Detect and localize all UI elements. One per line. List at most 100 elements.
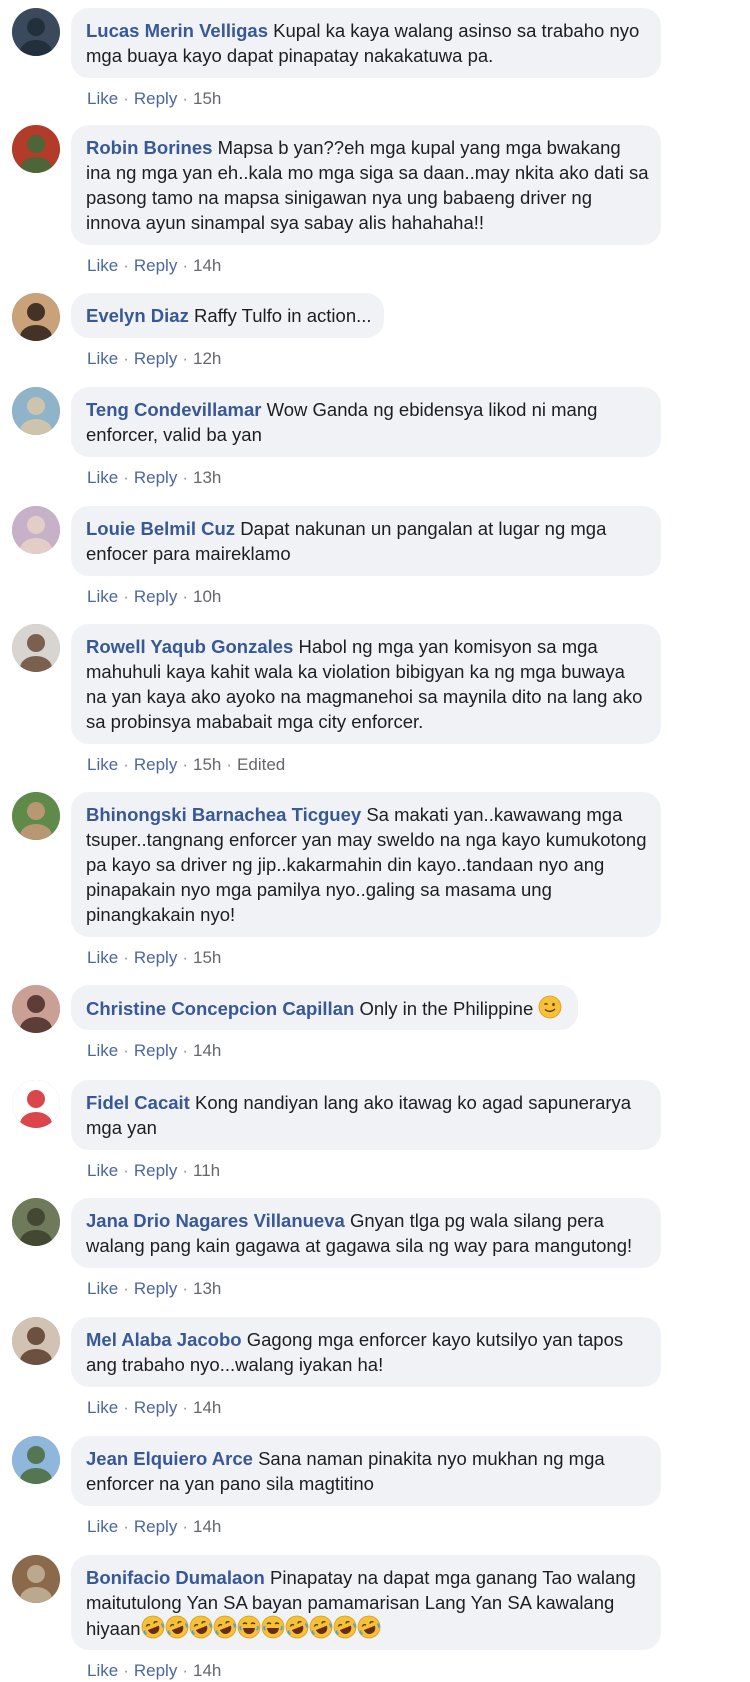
comment-text: Only in the Philippine [359,998,534,1019]
like-link[interactable]: Like [87,1161,118,1180]
reply-link[interactable]: Reply [134,1661,177,1680]
avatar[interactable] [12,1198,60,1246]
separator: · [182,1279,188,1298]
comment-actions: Like · Reply · 14h [87,1398,221,1418]
like-link[interactable]: Like [87,89,118,108]
commenter-name[interactable]: Robin Borines [86,137,212,158]
comment-line: Teng Condevillamar Wow Ganda ng ebidensy… [86,397,646,422]
comment-text: Mapsa b yan??eh mga kupal yang mga bwaka… [217,137,621,158]
like-link[interactable]: Like [87,1041,118,1060]
avatar[interactable] [12,506,60,554]
comment-actions: Like · Reply · 15h · Edited [87,755,285,775]
reply-link[interactable]: Reply [134,1398,177,1417]
like-link[interactable]: Like [87,587,118,606]
comment-line: ina ng mga yan eh..kala mo mga siga sa d… [86,160,649,185]
avatar[interactable] [12,293,60,341]
timestamp[interactable]: 14h [193,256,221,275]
reply-link[interactable]: Reply [134,256,177,275]
rolling-laughing-icon [141,1615,165,1645]
commenter-name[interactable]: Christine Concepcion Capillan [86,998,354,1019]
separator: · [123,1161,129,1180]
avatar[interactable] [12,1317,60,1365]
comment-actions: Like · Reply · 15h [87,948,221,968]
reply-link[interactable]: Reply [134,755,177,774]
like-link[interactable]: Like [87,468,118,487]
comment-text: ang trabaho nyo...walang iyakan ha! [86,1354,384,1375]
reply-link[interactable]: Reply [134,1279,177,1298]
commenter-name[interactable]: Jana Drio Nagares Villanueva [86,1210,345,1231]
commenter-name[interactable]: Jean Elquiero Arce [86,1448,253,1469]
like-link[interactable]: Like [87,1517,118,1536]
commenter-name[interactable]: Teng Condevillamar [86,399,261,420]
reply-link[interactable]: Reply [134,1517,177,1536]
avatar[interactable] [12,1080,60,1128]
commenter-name[interactable]: Mel Alaba Jacobo [86,1329,242,1350]
reply-link[interactable]: Reply [134,1161,177,1180]
timestamp[interactable]: 15h [193,89,221,108]
avatar[interactable] [12,387,60,435]
timestamp[interactable]: 15h [193,755,221,774]
avatar[interactable] [12,1436,60,1484]
like-link[interactable]: Like [87,948,118,967]
comment-text: walang pang kain gagawa at gagawa sila n… [86,1235,633,1256]
timestamp[interactable]: 13h [193,468,221,487]
comment-text: sa probinsya mababait mga city enforcer. [86,711,424,732]
avatar[interactable] [12,1555,60,1603]
timestamp[interactable]: 14h [193,1398,221,1417]
like-link[interactable]: Like [87,1279,118,1298]
rolling-laughing-icon [213,1615,237,1645]
comment-line: Robin Borines Mapsa b yan??eh mga kupal … [86,135,646,160]
avatar[interactable] [12,8,60,56]
comment-text: Gnyan tlga pg wala silang pera [349,1210,604,1231]
comment-text: pasong tamo na mapsa sinigawan nya ung b… [86,187,593,208]
timestamp[interactable]: 13h [193,1279,221,1298]
timestamp[interactable]: 10h [193,587,221,606]
comment-text: maitutulong Yan SA bayan pamamarisan Lan… [86,1592,615,1613]
comment-text: Wow Ganda ng ebidensya likod ni mang [266,399,598,420]
avatar[interactable] [12,985,60,1033]
edited-label[interactable]: Edited [237,755,285,774]
avatar[interactable] [12,624,60,672]
reply-link[interactable]: Reply [134,89,177,108]
comment-text: Raffy Tulfo in action... [193,305,372,326]
reply-link[interactable]: Reply [134,1041,177,1060]
comment-bubble: Louie Belmil Cuz Dapat nakunan un pangal… [71,506,661,576]
comment-bubble: Rowell Yaqub Gonzales Habol ng mga yan k… [71,624,661,744]
comment-text: pinangkakain nyo! [86,904,236,925]
comment-line: Bhinongski Barnachea Ticguey Sa makati y… [86,802,646,827]
tears-of-joy-icon [261,1615,285,1645]
commenter-name[interactable]: Lucas Merin Velligas [86,20,268,41]
avatar[interactable] [12,125,60,173]
comment-line: hiyaan [86,1615,646,1645]
commenter-name[interactable]: Evelyn Diaz [86,305,189,326]
like-link[interactable]: Like [87,1398,118,1417]
comment-line: Bonifacio Dumalaon Pinapatay na dapat mg… [86,1565,646,1590]
commenter-name[interactable]: Bhinongski Barnachea Ticguey [86,804,361,825]
avatar[interactable] [12,792,60,840]
like-link[interactable]: Like [87,1661,118,1680]
commenter-name[interactable]: Rowell Yaqub Gonzales [86,636,293,657]
timestamp[interactable]: 14h [193,1517,221,1536]
timestamp[interactable]: 11h [193,1161,220,1180]
comment-line: pasong tamo na mapsa sinigawan nya ung b… [86,185,646,210]
timestamp[interactable]: 15h [193,948,221,967]
like-link[interactable]: Like [87,256,118,275]
separator: · [182,1517,188,1536]
reply-link[interactable]: Reply [134,468,177,487]
timestamp[interactable]: 12h [193,349,221,368]
reply-link[interactable]: Reply [134,349,177,368]
reply-link[interactable]: Reply [134,948,177,967]
commenter-name[interactable]: Bonifacio Dumalaon [86,1567,265,1588]
reply-link[interactable]: Reply [134,587,177,606]
commenter-name[interactable]: Louie Belmil Cuz [86,518,235,539]
commenter-name[interactable]: Fidel Cacait [86,1092,190,1113]
comment-line: tsuper..tangnang enforcer yan may sweldo… [86,827,647,852]
like-link[interactable]: Like [87,349,118,368]
winking-face-icon [538,995,562,1025]
timestamp[interactable]: 14h [193,1041,221,1060]
separator: · [123,1661,129,1680]
timestamp[interactable]: 14h [193,1661,221,1680]
separator: · [182,89,188,108]
comment-line: pinapakain nyo mga pamilya nyo..galing s… [86,877,646,902]
like-link[interactable]: Like [87,755,118,774]
